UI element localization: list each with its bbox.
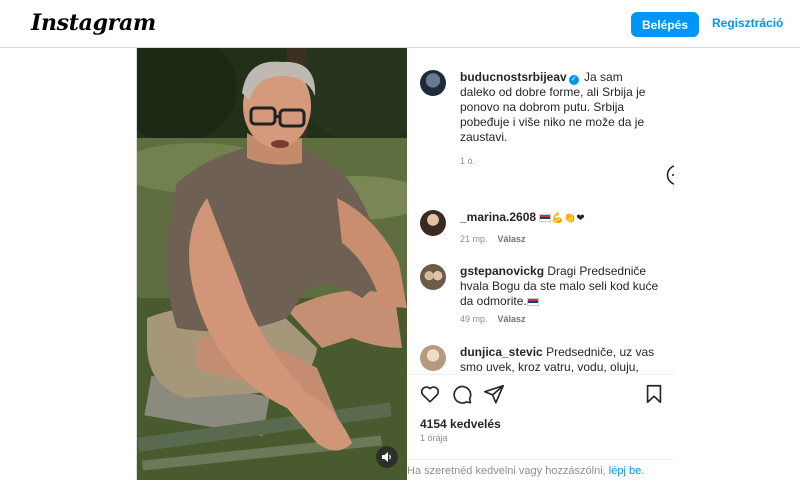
comment-meta: 21 mp. Válasz bbox=[460, 234, 526, 244]
video-frame bbox=[137, 48, 407, 480]
comment-text: dunjica_stevic Predsedniče, uz vas smo u… bbox=[460, 345, 660, 374]
caption-username[interactable]: buducnostsrbijeav bbox=[460, 70, 567, 84]
reply-button[interactable]: Válasz bbox=[498, 234, 526, 244]
comment-icon[interactable] bbox=[451, 383, 473, 405]
comment-username[interactable]: dunjica_stevic bbox=[460, 345, 543, 359]
comments-scroll-area[interactable]: buducnostsrbijeav ✓ Ja sam daleko od dobr… bbox=[407, 48, 674, 374]
verified-badge-icon: ✓ bbox=[568, 75, 579, 85]
heart-icon[interactable] bbox=[419, 383, 441, 405]
comment-text: _marina.2608 💪👏❤ bbox=[460, 210, 660, 226]
serbia-flag-icon bbox=[526, 298, 539, 306]
top-navigation-bar: Instagram Belépés Regisztráció bbox=[0, 0, 800, 48]
comment-timestamp[interactable]: 21 mp. bbox=[460, 234, 488, 244]
login-prompt-text: Ha szeretnéd kedvelni vagy hozzászólni, bbox=[407, 465, 606, 477]
comment-emoji: 💪👏❤ bbox=[551, 213, 585, 224]
bookmark-icon[interactable] bbox=[643, 383, 665, 405]
login-prompt: Ha szeretnéd kedvelni vagy hozzászólni, … bbox=[407, 459, 674, 481]
post-timestamp[interactable]: 1 órája bbox=[420, 433, 448, 443]
instagram-logo[interactable]: Instagram bbox=[31, 10, 156, 36]
comment-username[interactable]: gstepanovickg bbox=[460, 264, 544, 278]
share-icon[interactable] bbox=[483, 383, 505, 405]
register-link[interactable]: Regisztráció bbox=[712, 16, 783, 30]
avatar[interactable] bbox=[420, 70, 446, 96]
speaker-icon bbox=[382, 452, 391, 462]
comment-text: gstepanovickg Dragi Predsedniče hvala Bo… bbox=[460, 264, 660, 309]
avatar[interactable] bbox=[420, 345, 446, 371]
comment-username[interactable]: _marina.2608 bbox=[460, 210, 536, 224]
login-link[interactable]: lépj be bbox=[609, 465, 641, 477]
comment-meta: 49 mp. Válasz bbox=[460, 314, 526, 324]
reply-button[interactable]: Válasz bbox=[498, 314, 526, 324]
login-prompt-end: . bbox=[641, 465, 645, 477]
plus-circle-icon[interactable] bbox=[666, 164, 674, 186]
serbia-flag-icon bbox=[539, 214, 552, 222]
post-container: buducnostsrbijeav ✓ Ja sam daleko od dobr… bbox=[136, 48, 674, 480]
caption-text: buducnostsrbijeav ✓ Ja sam daleko od dobr… bbox=[460, 70, 660, 145]
post-video[interactable] bbox=[137, 48, 407, 480]
login-button[interactable]: Belépés bbox=[631, 12, 699, 37]
comment-timestamp[interactable]: 49 mp. bbox=[460, 314, 488, 324]
post-sidebar: buducnostsrbijeav ✓ Ja sam daleko od dobr… bbox=[407, 48, 674, 480]
like-count[interactable]: 4154 kedvelés bbox=[420, 417, 501, 431]
avatar[interactable] bbox=[420, 264, 446, 290]
avatar[interactable] bbox=[420, 210, 446, 236]
post-actions: 4154 kedvelés 1 órája Ha szeretnéd kedve… bbox=[407, 374, 674, 480]
mute-button[interactable] bbox=[376, 446, 398, 468]
caption-timestamp[interactable]: 1 ó. bbox=[460, 156, 475, 166]
